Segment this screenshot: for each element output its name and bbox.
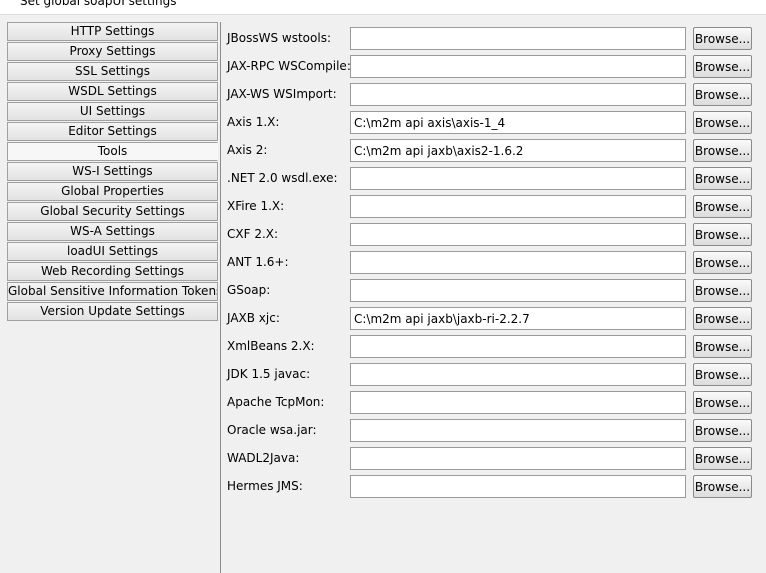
tool-path-label: WADL2Java: [227,451,300,465]
tool-path-label: GSoap: [227,283,271,297]
sidebar-tab-global-security-settings[interactable]: Global Security Settings [7,202,218,221]
sidebar-tab-loadui-settings[interactable]: loadUI Settings [7,242,218,261]
browse-button[interactable]: Browse... [693,307,752,330]
tool-path-input[interactable] [350,167,686,190]
tool-path-row: Oracle wsa.jar: Browse... [221,419,766,443]
browse-button[interactable]: Browse... [693,167,752,190]
tools-settings-panel: JBossWS wstools: Browse... JAX-RPC WSCompi… [220,22,766,573]
browse-button[interactable]: Browse... [693,111,752,134]
tool-path-row: Axis 2: Browse... [221,139,766,163]
tool-path-label: JBossWS wstools: [227,31,331,45]
tool-path-input[interactable] [350,447,686,470]
tool-path-row: ANT 1.6+: Browse... [221,251,766,275]
tool-path-row: WADL2Java: Browse... [221,447,766,471]
tool-path-label: Hermes JMS: [227,479,303,493]
tool-path-input[interactable] [350,363,686,386]
browse-button[interactable]: Browse... [693,447,752,470]
tool-path-label: Axis 2: [227,143,268,157]
tool-path-input[interactable] [350,279,686,302]
tool-path-input[interactable] [350,83,686,106]
sidebar-tab-http-settings[interactable]: HTTP Settings [7,22,218,41]
tool-path-row: Hermes JMS: Browse... [221,475,766,499]
browse-button[interactable]: Browse... [693,195,752,218]
browse-button[interactable]: Browse... [693,419,752,442]
sidebar-tab-ws-a-settings[interactable]: WS-A Settings [7,222,218,241]
tool-path-row: JAX-RPC WSCompile: Browse... [221,55,766,79]
tool-path-label: JAX-RPC WSCompile: [227,59,351,73]
tool-path-input[interactable] [350,27,686,50]
sidebar-tab-global-sensitive-information-tokens[interactable]: Global Sensitive Information Tokens [7,282,218,301]
tool-path-row: JBossWS wstools: Browse... [221,27,766,51]
tool-path-row: XFire 1.X: Browse... [221,195,766,219]
tool-path-label: Oracle wsa.jar: [227,423,317,437]
tool-path-label: Apache TcpMon: [227,395,325,409]
sidebar-tab-ws-i-settings[interactable]: WS-I Settings [7,162,218,181]
sidebar-tab-global-properties[interactable]: Global Properties [7,182,218,201]
tool-path-input[interactable] [350,139,686,162]
browse-button[interactable]: Browse... [693,335,752,358]
tool-path-input[interactable] [350,475,686,498]
tool-path-row: GSoap: Browse... [221,279,766,303]
sidebar-tab-ssl-settings[interactable]: SSL Settings [7,62,218,81]
tool-path-label: Axis 1.X: [227,115,280,129]
sidebar-tab-proxy-settings[interactable]: Proxy Settings [7,42,218,61]
tool-path-label: JAXB xjc: [227,311,280,325]
browse-button[interactable]: Browse... [693,363,752,386]
sidebar-tab-tools[interactable]: Tools [7,142,218,161]
browse-button[interactable]: Browse... [693,251,752,274]
tool-path-input[interactable] [350,55,686,78]
tool-path-input[interactable] [350,223,686,246]
tool-path-input[interactable] [350,111,686,134]
browse-button[interactable]: Browse... [693,223,752,246]
tool-path-label: XFire 1.X: [227,199,285,213]
tool-path-input[interactable] [350,307,686,330]
tool-path-row: XmlBeans 2.X: Browse... [221,335,766,359]
browse-button[interactable]: Browse... [693,27,752,50]
browse-button[interactable]: Browse... [693,83,752,106]
dialog-title-bar: Set global soapUI settings [0,0,766,15]
sidebar-tab-editor-settings[interactable]: Editor Settings [7,122,218,141]
browse-button[interactable]: Browse... [693,475,752,498]
tool-path-input[interactable] [350,419,686,442]
tool-path-input[interactable] [350,335,686,358]
tool-path-label: JDK 1.5 javac: [227,367,311,381]
browse-button[interactable]: Browse... [693,139,752,162]
sidebar-tab-version-update-settings[interactable]: Version Update Settings [7,302,218,321]
browse-button[interactable]: Browse... [693,279,752,302]
dialog-title: Set global soapUI settings [20,0,177,8]
tool-path-input[interactable] [350,251,686,274]
tool-path-row: JAX-WS WSImport: Browse... [221,83,766,107]
tool-path-row: .NET 2.0 wsdl.exe: Browse... [221,167,766,191]
tool-path-row: Axis 1.X: Browse... [221,111,766,135]
browse-button[interactable]: Browse... [693,391,752,414]
tool-path-label: CXF 2.X: [227,227,279,241]
tool-path-row: Apache TcpMon: Browse... [221,391,766,415]
tool-path-input[interactable] [350,195,686,218]
sidebar-tab-web-recording-settings[interactable]: Web Recording Settings [7,262,218,281]
tool-path-row: JAXB xjc: Browse... [221,307,766,331]
tool-path-label: JAX-WS WSImport: [227,87,337,101]
browse-button[interactable]: Browse... [693,55,752,78]
tool-path-row: JDK 1.5 javac: Browse... [221,363,766,387]
tool-path-row: CXF 2.X: Browse... [221,223,766,247]
tool-path-label: .NET 2.0 wsdl.exe: [227,171,338,185]
tool-path-input[interactable] [350,391,686,414]
settings-category-list: HTTP Settings Proxy Settings SSL Settings W… [7,22,218,573]
sidebar-tab-wsdl-settings[interactable]: WSDL Settings [7,82,218,101]
sidebar-tab-ui-settings[interactable]: UI Settings [7,102,218,121]
tool-path-label: ANT 1.6+: [227,255,289,269]
tool-path-label: XmlBeans 2.X: [227,339,315,353]
